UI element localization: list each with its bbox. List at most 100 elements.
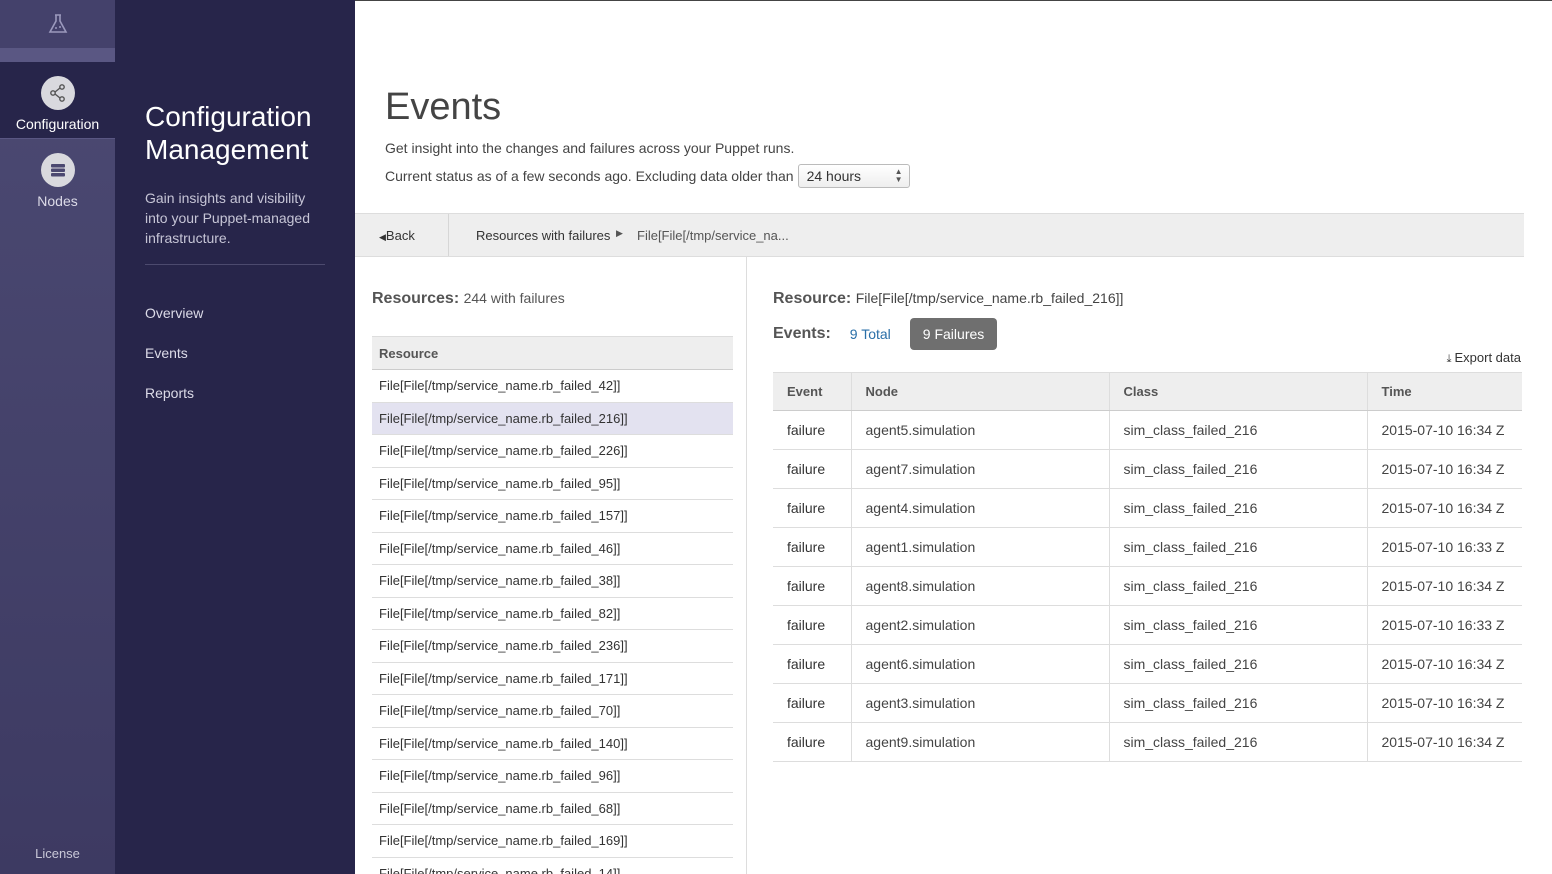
download-icon: ⤓ [1446, 353, 1452, 365]
time-range-select[interactable]: 24 hours ▲ ▼ [797, 164, 910, 188]
sidebar-item-events[interactable]: Events [145, 345, 355, 385]
table-row: failure agent4.simulation sim_class_failed… [773, 488, 1522, 528]
rail-separator [0, 48, 115, 62]
resource-row: File[File[/tmp/service_name.rb_failed_17… [372, 663, 733, 695]
event-link[interactable]: failure [787, 617, 825, 633]
rail-item-nodes[interactable]: Nodes [0, 139, 115, 216]
rail-item-label: Nodes [37, 193, 78, 209]
resources-rows: File[File[/tmp/service_name.rb_failed_42… [372, 370, 733, 874]
time-cell: 2015-07-10 16:33 Z [1366, 527, 1522, 567]
resource-link[interactable]: File[File[/tmp/service_name.rb_failed_70… [379, 703, 620, 718]
resource-link[interactable]: File[File[/tmp/service_name.rb_failed_17… [379, 671, 628, 686]
events-rows: failure agent5.simulation sim_class_failed… [773, 410, 1522, 762]
table-row: failure agent8.simulation sim_class_failed… [773, 566, 1522, 606]
event-link[interactable]: failure [787, 461, 825, 477]
resource-link[interactable]: File[File[/tmp/service_name.rb_failed_22… [379, 443, 628, 458]
resource-row: File[File[/tmp/service_name.rb_failed_70… [372, 695, 733, 728]
table-row: failure agent5.simulation sim_class_failed… [773, 410, 1522, 450]
export-label: Export data [1454, 350, 1522, 365]
table-row: failure agent9.simulation sim_class_failed… [773, 722, 1522, 762]
resources-panel: Resources: 244 with failures Resource Fi… [372, 290, 733, 874]
resource-link[interactable]: File[File[/tmp/service_name.rb_failed_95… [379, 476, 620, 491]
resource-link[interactable]: File[File[/tmp/service_name.rb_failed_68… [379, 801, 620, 816]
column-header-class[interactable]: Class [1108, 372, 1367, 411]
event-link[interactable]: failure [787, 695, 825, 711]
class-cell: sim_class_failed_216 [1108, 527, 1367, 567]
panel-divider [746, 257, 747, 874]
chevron-right-icon: ▶ [616, 228, 623, 238]
rail-item-label: Configuration [15, 116, 100, 132]
table-row: failure agent1.simulation sim_class_failed… [773, 527, 1522, 567]
event-cell: failure [773, 605, 851, 645]
time-cell: 2015-07-10 16:34 Z [1366, 410, 1522, 450]
total-events-link[interactable]: 9 Total [850, 326, 891, 342]
resource-link[interactable]: File[File[/tmp/service_name.rb_failed_15… [379, 508, 628, 523]
sidebar-item-overview[interactable]: Overview [145, 305, 355, 345]
sidebar-item-reports[interactable]: Reports [145, 385, 355, 425]
resource-row: File[File[/tmp/service_name.rb_failed_14… [372, 858, 733, 874]
export-data-link[interactable]: ⤓ Export data [1447, 350, 1521, 366]
event-link[interactable]: failure [787, 422, 825, 438]
events-table-header: Event Node Class Time [773, 372, 1522, 411]
events-label: Events: [773, 325, 831, 342]
resource-link[interactable]: File[File[/tmp/service_name.rb_failed_23… [379, 638, 628, 653]
resource-link[interactable]: File[File[/tmp/service_name.rb_failed_96… [379, 768, 620, 783]
event-link[interactable]: failure [787, 539, 825, 555]
rail-item-configuration[interactable]: Configuration [0, 62, 115, 139]
time-cell: 2015-07-10 16:34 Z [1366, 644, 1522, 684]
license-link[interactable]: License [0, 846, 115, 861]
column-header-node[interactable]: Node [850, 372, 1109, 411]
breadcrumb-current: File[File[/tmp/service_na... [637, 228, 789, 243]
resource-link[interactable]: File[File[/tmp/service_name.rb_failed_14… [379, 866, 620, 874]
resource-link[interactable]: File[File[/tmp/service_name.rb_failed_38… [379, 573, 620, 588]
time-cell: 2015-07-10 16:34 Z [1366, 722, 1522, 762]
breadcrumb-resources-link[interactable]: Resources with failures [476, 228, 610, 243]
time-cell: 2015-07-10 16:34 Z [1366, 683, 1522, 723]
node-cell: agent5.simulation [850, 410, 1109, 450]
top-border [355, 0, 1552, 1]
time-cell: 2015-07-10 16:33 Z [1366, 605, 1522, 645]
table-row: failure agent6.simulation sim_class_failed… [773, 644, 1522, 684]
event-cell: failure [773, 722, 851, 762]
resource-row: File[File[/tmp/service_name.rb_failed_46… [372, 533, 733, 565]
resources-label: Resources: [372, 290, 460, 307]
event-link[interactable]: failure [787, 578, 825, 594]
event-link[interactable]: failure [787, 656, 825, 672]
resource-row: File[File[/tmp/service_name.rb_failed_15… [372, 500, 733, 533]
resource-link[interactable]: File[File[/tmp/service_name.rb_failed_16… [379, 833, 628, 848]
sidebar-description: Gain insights and visibility into your P… [145, 190, 310, 246]
back-link[interactable]: ◀Back [379, 228, 415, 243]
event-cell: failure [773, 683, 851, 723]
resource-link[interactable]: File[File[/tmp/service_name.rb_failed_46… [379, 541, 620, 556]
flask-logo-icon[interactable] [0, 0, 115, 48]
resource-link[interactable]: File[File[/tmp/service_name.rb_failed_42… [379, 378, 620, 393]
column-header-time[interactable]: Time [1366, 372, 1522, 411]
class-cell: sim_class_failed_216 [1108, 605, 1367, 645]
resource-row: File[File[/tmp/service_name.rb_failed_16… [372, 825, 733, 858]
resource-row: File[File[/tmp/service_name.rb_failed_82… [372, 598, 733, 630]
time-cell: 2015-07-10 16:34 Z [1366, 449, 1522, 489]
resource-row: File[File[/tmp/service_name.rb_failed_68… [372, 793, 733, 825]
resources-header: Resources: 244 with failures [372, 290, 733, 308]
sidebar-nav: Overview Events Reports [145, 305, 355, 425]
table-row: failure agent3.simulation sim_class_failed… [773, 683, 1522, 723]
resource-link[interactable]: File[File[/tmp/service_name.rb_failed_82… [379, 606, 620, 621]
resource-value: File[File[/tmp/service_name.rb_failed_21… [855, 290, 1124, 306]
event-link[interactable]: failure [787, 734, 825, 750]
node-cell: agent3.simulation [850, 683, 1109, 723]
resource-link[interactable]: File[File[/tmp/service_name.rb_failed_14… [379, 736, 628, 751]
sidebar-title: Configuration Management [145, 101, 312, 165]
resource-row: File[File[/tmp/service_name.rb_failed_21… [372, 402, 733, 435]
failures-button[interactable]: 9 Failures [909, 318, 998, 350]
select-arrows-icon: ▲ ▼ [894, 167, 903, 184]
breadcrumb: ◀Back Resources with failures ▶ File[Fil… [355, 213, 1524, 257]
resources-column-header: Resource [372, 336, 733, 370]
node-cell: agent7.simulation [850, 449, 1109, 489]
node-cell: agent4.simulation [850, 488, 1109, 528]
column-header-event[interactable]: Event [773, 372, 851, 411]
event-cell: failure [773, 449, 851, 489]
resource-link[interactable]: File[File[/tmp/service_name.rb_failed_21… [379, 411, 628, 426]
node-cell: agent2.simulation [850, 605, 1109, 645]
class-cell: sim_class_failed_216 [1108, 449, 1367, 489]
event-link[interactable]: failure [787, 500, 825, 516]
